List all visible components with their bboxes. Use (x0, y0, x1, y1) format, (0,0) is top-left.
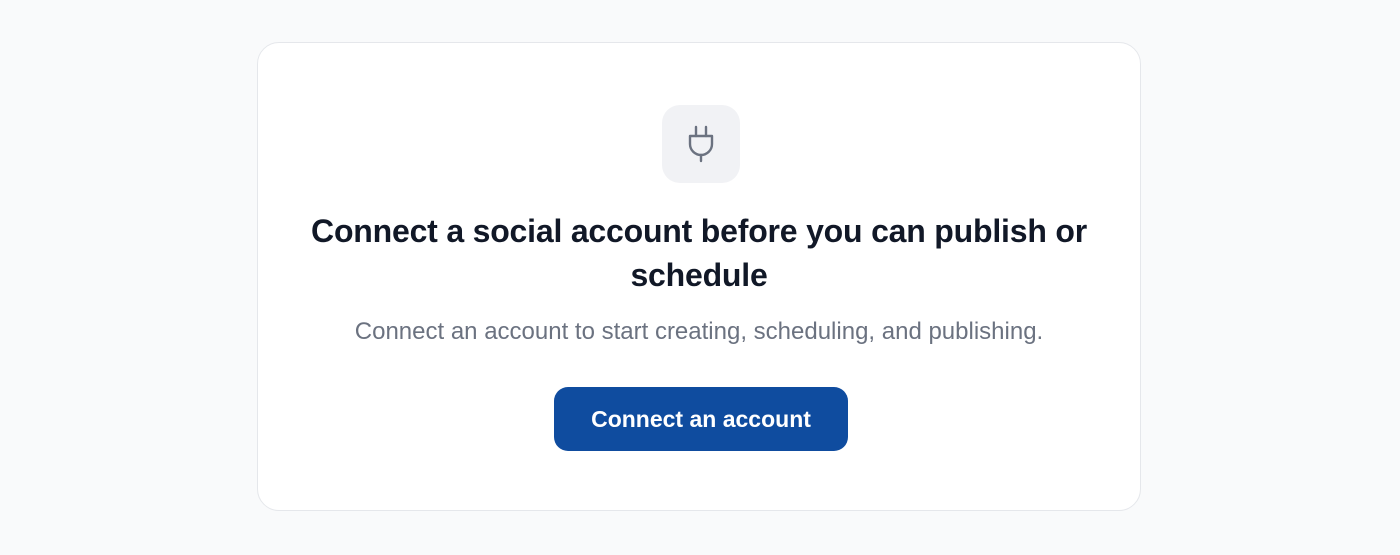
icon-tile (662, 105, 740, 183)
empty-state-title: Connect a social account before you can … (311, 213, 1087, 293)
empty-state-card: Connect a social account before you can … (257, 42, 1141, 511)
plug-icon (688, 125, 714, 163)
page: Connect a social account before you can … (0, 0, 1400, 555)
empty-state-subtitle: Connect an account to start creating, sc… (354, 318, 1044, 345)
connect-account-button[interactable]: Connect an account (554, 387, 848, 451)
